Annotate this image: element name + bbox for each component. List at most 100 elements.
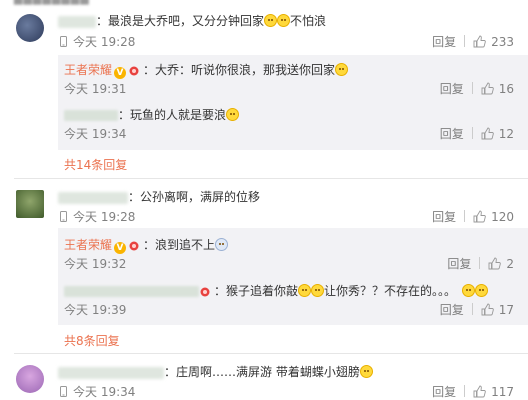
comment-body: ：庄周啊……满屏游 带着蝴蝶小翅膀: [58, 363, 373, 380]
like-button[interactable]: 117: [473, 385, 514, 399]
reply-text: ：玩鱼的人就是要浪: [118, 108, 227, 122]
reply-actions: 回复 12: [440, 125, 514, 142]
comment-text: ：最浪是大乔吧，又分分钟回家: [96, 14, 265, 28]
reply-list: 王者荣耀 V ：浪到追不上 今天 19:32 回复 2 ：猴子追着你敲 让你秀？？不存在…: [58, 228, 528, 325]
divider: [471, 127, 473, 139]
reply-text: ：大乔：听说你很浪，那我送你回家: [143, 63, 336, 77]
emoji-icon: [277, 14, 291, 27]
reply-username[interactable]: 王者荣耀: [64, 238, 112, 252]
medal-icon: [129, 241, 139, 251]
comment-time: 今天 19:34: [73, 385, 136, 399]
avatar[interactable]: [16, 365, 44, 393]
thumbs-up-icon: [488, 257, 502, 270]
reply-button[interactable]: 回复: [432, 385, 456, 399]
divider: [14, 353, 528, 354]
more-replies-link[interactable]: 共14条回复: [64, 156, 127, 173]
comment-text: ：公孙离啊，满屏的位移: [128, 190, 261, 204]
reply-button[interactable]: 回复: [440, 82, 464, 96]
thumbs-up-icon: [473, 385, 486, 398]
like-button[interactable]: 120: [473, 210, 514, 224]
like-button[interactable]: 12: [481, 127, 514, 141]
comment-text-tail: 不怕浪: [290, 14, 327, 28]
reply-text: ：猴子追着你敲: [214, 284, 299, 298]
emoji-icon: [475, 284, 489, 297]
reply-button[interactable]: 回复: [432, 210, 456, 224]
reply-actions: 回复 2: [447, 255, 514, 272]
emoji-icon: [335, 63, 349, 76]
like-count: 2: [506, 257, 514, 271]
reply-button[interactable]: 回复: [447, 257, 471, 271]
comment-time: 今天 19:28: [73, 35, 136, 49]
reply-username[interactable]: 王者荣耀: [64, 63, 112, 77]
comment-meta: 今天 19:28: [58, 208, 135, 225]
divider: [479, 257, 481, 269]
medal-icon: [129, 66, 139, 76]
more-replies-link[interactable]: 共8条回复: [64, 332, 120, 349]
divider: [471, 82, 473, 94]
like-button[interactable]: 17: [481, 303, 514, 317]
username-blurred[interactable]: [58, 15, 96, 28]
reply-item: 王者荣耀 V ：浪到追不上: [64, 236, 229, 254]
like-count: 120: [491, 210, 514, 224]
reply-button[interactable]: 回复: [432, 35, 456, 49]
divider: [464, 385, 466, 397]
comment-actions: 回复 120: [432, 208, 514, 225]
emoji-icon: [226, 108, 240, 121]
like-button[interactable]: 2: [488, 257, 514, 271]
like-count: 233: [491, 35, 514, 49]
emoji-icon: [359, 365, 373, 378]
emoji-icon: [298, 284, 312, 297]
comment-actions: 回复 117: [432, 383, 514, 400]
thumbs-up-icon: [481, 303, 494, 316]
reply-item: 王者荣耀 V ：大乔：听说你很浪，那我送你回家: [64, 61, 349, 79]
reply-actions: 回复 17: [440, 301, 514, 318]
comment-text: ：庄周啊……满屏游 带着蝴蝶小翅膀: [164, 365, 360, 379]
medal-icon: [200, 287, 210, 297]
username-blurred[interactable]: [64, 286, 199, 297]
comment-meta: 今天 19:28: [58, 33, 135, 50]
like-count: 12: [498, 127, 514, 141]
emoji-icon: [311, 284, 325, 297]
comment-time: 今天 19:28: [73, 210, 136, 224]
thumbs-up-icon: [473, 35, 486, 48]
thumbs-up-icon: [473, 210, 486, 223]
reply-text-mid: 让你秀？？不存在的。。。: [324, 284, 457, 298]
cut-off-username: ████████: [14, 0, 90, 6]
phone-icon: [60, 36, 67, 47]
phone-icon: [60, 211, 67, 222]
emoji-icon: [462, 284, 476, 297]
username-blurred[interactable]: [58, 191, 128, 204]
verified-v-icon: V: [114, 242, 127, 254]
like-count: 16: [498, 82, 514, 96]
divider: [471, 303, 473, 315]
verified-v-icon: V: [114, 67, 127, 79]
comment-actions: 回复 233: [432, 33, 514, 50]
reply-time: 今天 19:32: [64, 257, 127, 271]
avatar[interactable]: [16, 14, 44, 42]
divider: [464, 35, 466, 47]
like-count: 117: [491, 385, 514, 399]
reply-list: 王者荣耀 V ：大乔：听说你很浪，那我送你回家 今天 19:31 回复 16 ：玩鱼的…: [58, 55, 528, 150]
phone-icon: [60, 386, 67, 397]
username-blurred[interactable]: [64, 110, 118, 121]
comment-meta: 今天 19:34: [58, 383, 135, 400]
divider: [464, 210, 466, 222]
reply-time: 今天 19:34: [64, 127, 127, 141]
emoji-icon: [264, 14, 278, 27]
reply-text: ：浪到追不上: [143, 238, 216, 252]
reply-time: 今天 19:39: [64, 303, 127, 317]
reply-time: 今天 19:31: [64, 82, 127, 96]
like-button[interactable]: 16: [481, 82, 514, 96]
comment-body: ：公孙离啊，满屏的位移: [58, 188, 260, 205]
reply-item: ：玩鱼的人就是要浪: [64, 106, 240, 123]
reply-actions: 回复 16: [440, 80, 514, 97]
avatar[interactable]: [16, 190, 44, 218]
comment-body: ：最浪是大乔吧，又分分钟回家 不怕浪: [58, 12, 326, 29]
like-button[interactable]: 233: [473, 35, 514, 49]
like-count: 17: [498, 303, 514, 317]
reply-item: ：猴子追着你敲 让你秀？？不存在的。。。: [64, 282, 489, 299]
thumbs-up-icon: [481, 82, 494, 95]
username-blurred[interactable]: [58, 366, 164, 379]
reply-button[interactable]: 回复: [440, 303, 464, 317]
reply-button[interactable]: 回复: [440, 127, 464, 141]
